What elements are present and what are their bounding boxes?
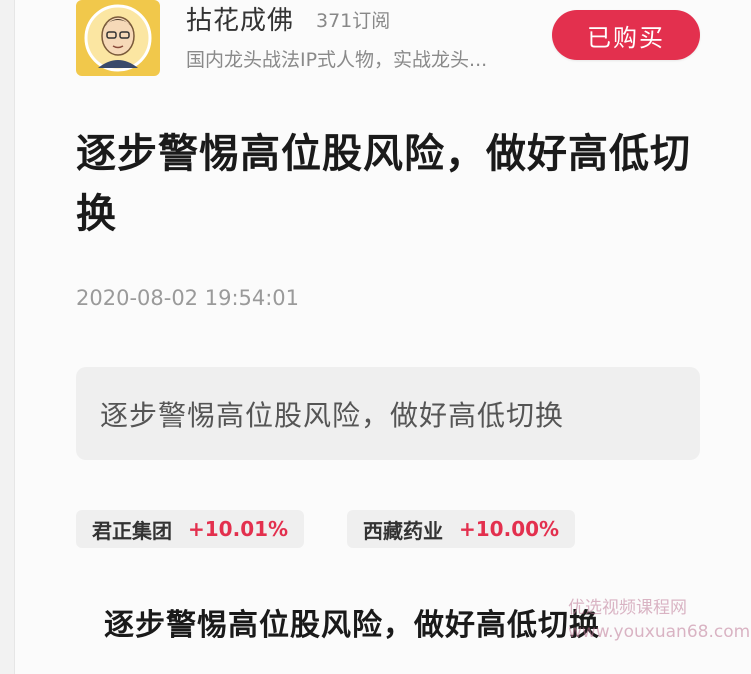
page-edge (0, 0, 15, 674)
purchased-button[interactable]: 已购买 (552, 10, 700, 60)
stock-tag[interactable]: 西藏药业 +10.00% (347, 510, 576, 548)
watermark-line: www.youxuan68.com (568, 622, 751, 642)
article-summary-box: 逐步警惕高位股风险，做好高低切换 (76, 367, 700, 460)
stock-name: 君正集团 (92, 518, 172, 543)
stock-change: +10.01% (188, 517, 289, 541)
author-name[interactable]: 拈花成佛 (186, 0, 294, 37)
subscriber-count: 371订阅 (316, 10, 391, 32)
stock-name: 西藏药业 (363, 518, 443, 543)
author-avatar[interactable] (76, 0, 160, 76)
article-title: 逐步警惕高位股风险，做好高低切换 (76, 131, 691, 237)
author-description: 国内龙头战法IP式人物，实战龙头... (186, 49, 488, 71)
watermark: 优选视频课程网 www.youxuan68.com (568, 596, 750, 644)
watermark-line: 优选视频课程网 (568, 598, 687, 618)
cartoon-portrait-icon (84, 4, 152, 72)
article-timestamp: 2020-08-02 19:54:01 (76, 286, 300, 310)
body-heading: 逐步警惕高位股风险，做好高低切换 (104, 608, 600, 643)
author-header: 拈花成佛 371订阅 国内龙头战法IP式人物，实战龙头... 已购买 (76, 0, 716, 80)
stock-tag[interactable]: 君正集团 +10.01% (76, 510, 305, 548)
stock-change: +10.00% (459, 517, 560, 541)
article-summary: 逐步警惕高位股风险，做好高低切换 (100, 398, 565, 432)
